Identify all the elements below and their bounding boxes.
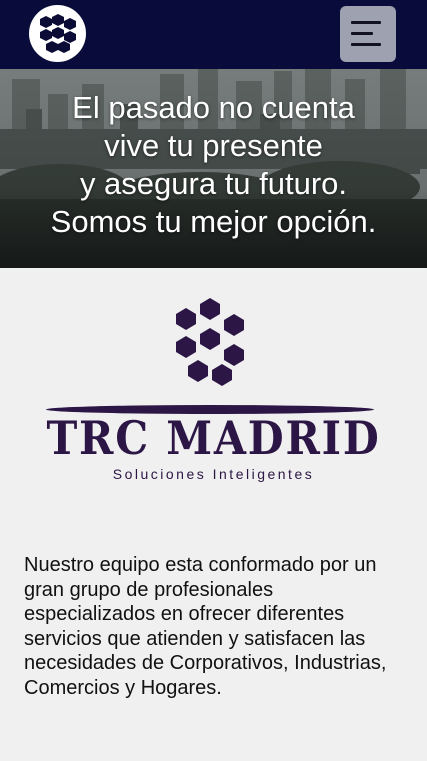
hamburger-menu-icon — [351, 21, 381, 24]
hamburger-menu-icon-line — [351, 32, 373, 35]
hexagon-cluster-logo-icon — [40, 14, 76, 53]
logo-title: TRC MADRID — [46, 411, 381, 465]
hero-line: Somos tu mejor opción. — [50, 204, 377, 239]
hamburger-menu-icon-line — [351, 43, 381, 46]
top-bar — [0, 0, 427, 69]
hero-line: vive tu presente — [104, 128, 323, 163]
menu-button[interactable] — [340, 6, 396, 62]
hero-banner: El pasado no cuenta vive tu presente y a… — [0, 69, 427, 268]
logo-subtitle: Soluciones Inteligentes — [112, 466, 315, 482]
company-logo: TRC MADRID Soluciones Inteligentes — [0, 268, 427, 508]
hexagon-cluster-icon — [176, 298, 244, 386]
hero-line: El pasado no cuenta — [72, 90, 355, 125]
hero-line: y asegura tu futuro. — [79, 166, 348, 201]
intro-paragraph: Nuestro equipo esta conformado por un gr… — [24, 554, 387, 699]
hero-headline: El pasado no cuenta vive tu presente y a… — [0, 89, 427, 241]
brand-logo-link[interactable] — [29, 5, 86, 62]
